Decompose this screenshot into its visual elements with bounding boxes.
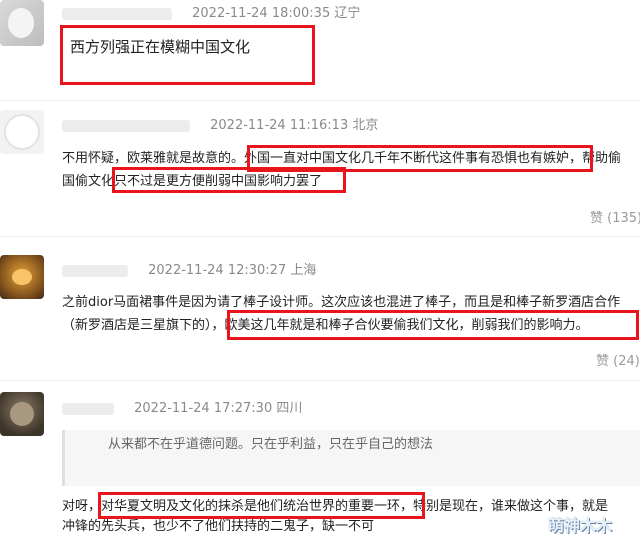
comment-location: 四川 [276, 401, 303, 416]
comment-location: 上海 [290, 263, 317, 278]
divider [0, 236, 640, 237]
watermark: 萌神木木 [548, 516, 613, 535]
comment-meta: 2022-11-24 12:30:27 上海 [62, 259, 316, 278]
highlight-box [227, 310, 639, 340]
avatar[interactable] [0, 255, 44, 299]
comment-likes: 赞 (135) [590, 211, 640, 226]
comment-location: 北京 [352, 118, 379, 133]
rabbit-icon [8, 8, 34, 38]
comment-meta: 2022-11-24 11:16:13 北京 [62, 114, 378, 133]
highlight-box [98, 492, 425, 519]
comment-time: 2022-11-24 18:00:35 [192, 6, 331, 21]
food-icon [12, 269, 32, 285]
comment-time: 2022-11-24 12:30:27 [148, 263, 287, 278]
username[interactable] [62, 264, 128, 277]
divider [0, 380, 640, 381]
owl-icon [10, 402, 34, 426]
avatar[interactable] [0, 392, 44, 436]
avatar[interactable] [0, 110, 44, 154]
dog-icon [6, 116, 38, 148]
avatar[interactable] [0, 0, 44, 46]
highlight-box [60, 25, 315, 85]
username[interactable] [62, 402, 114, 415]
comment-time: 2022-11-24 11:16:13 [210, 118, 349, 133]
comment-time: 2022-11-24 17:27:30 [134, 401, 273, 416]
username[interactable] [62, 7, 172, 20]
like-button[interactable]: 赞 (24) [596, 350, 640, 369]
like-button[interactable]: 赞 (135) [590, 207, 640, 226]
comment-meta: 2022-11-24 17:27:30 四川 [62, 397, 302, 416]
comment-meta: 2022-11-24 18:00:35 辽宁 [62, 2, 360, 21]
username[interactable] [62, 119, 190, 132]
divider [0, 100, 640, 101]
comment-likes: 赞 (24) [596, 354, 640, 369]
highlight-box [112, 167, 346, 193]
comment-location: 辽宁 [334, 6, 361, 21]
quoted-text: 从来都不在乎道德问题。只在乎利益，只在乎自己的想法 [108, 437, 434, 452]
